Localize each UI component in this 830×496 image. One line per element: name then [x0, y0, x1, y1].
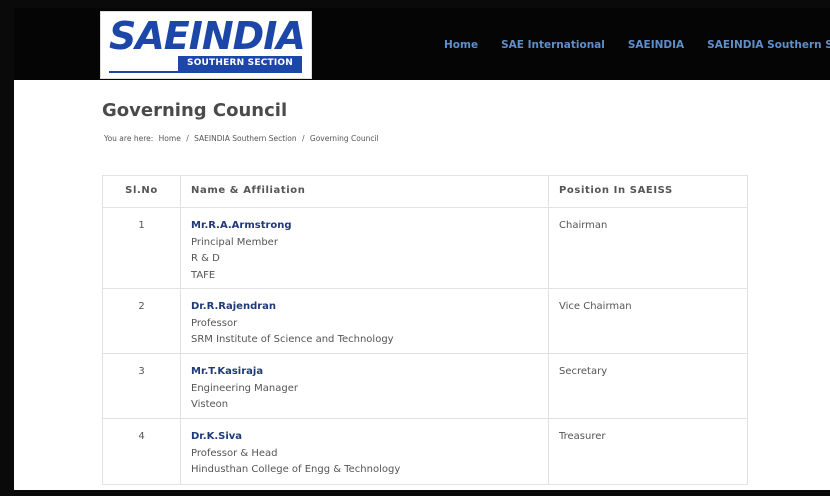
nav-home-link[interactable]: Home [444, 39, 478, 51]
table-row: 3 Mr.T.Kasiraja Engineering Manager Vist… [102, 353, 748, 419]
breadcrumb-separator: / [186, 134, 189, 143]
cell-position: Vice Chairman [548, 288, 748, 354]
logo-subtitle: SOUTHERN SECTION [187, 58, 293, 68]
breadcrumb-current: Governing Council [309, 134, 379, 143]
page-content: Governing Council You are here: Home / S… [14, 80, 830, 490]
cell-name-affiliation: Mr.T.Kasiraja Engineering Manager Visteo… [180, 353, 549, 419]
breadcrumb-home-link[interactable]: Home [159, 134, 181, 143]
breadcrumb-prefix: You are here: [104, 134, 154, 143]
breadcrumb-section-link[interactable]: SAEINDIA Southern Section [194, 134, 296, 143]
cell-slno: 4 [102, 418, 181, 485]
affiliation-line: Hindusthan College of Engg & Technology [191, 464, 401, 475]
logo-subtitle-bar: SOUTHERN SECTION [178, 56, 302, 71]
cell-name-affiliation: Dr.K.Siva Professor & Head Hindusthan Co… [180, 418, 549, 485]
member-name: Mr.T.Kasiraja [191, 366, 264, 377]
breadcrumb-separator: / [301, 134, 305, 143]
top-navigation-bar: SAEINDIA SOUTHERN SECTION Home SAE Inter… [14, 8, 830, 80]
member-name: Dr.R.Rajendran [191, 301, 277, 312]
cell-position: Secretary [548, 353, 748, 419]
affiliation-line: Engineering Manager [191, 382, 299, 394]
affiliation-line: Visteon [191, 399, 229, 410]
saeindia-logo[interactable]: SAEINDIA SOUTHERN SECTION [100, 11, 312, 79]
logo-underline [109, 71, 302, 73]
member-name: Mr.R.A.Armstrong [191, 220, 292, 231]
nav-saeindia-link[interactable]: SAEINDIA [628, 39, 684, 51]
header-slno: Sl.No [102, 175, 181, 208]
breadcrumb: You are here: Home / SAEINDIA Southern S… [104, 134, 382, 143]
logo-wordmark: SAEINDIA [109, 14, 306, 58]
cell-position: Chairman [548, 207, 748, 289]
nav-sae-international-link[interactable]: SAE International [501, 39, 605, 51]
main-nav: Home SAE International SAEINDIA SAEINDIA… [444, 39, 830, 51]
header-name-affiliation: Name & Affiliation [180, 175, 549, 208]
nav-saeindia-southern-section-link[interactable]: SAEINDIA Southern Secti [707, 39, 830, 51]
table-row: 4 Dr.K.Siva Professor & Head Hindusthan … [102, 418, 748, 485]
cell-slno: 3 [102, 353, 181, 419]
table-header-row: Sl.No Name & Affiliation Position In SAE… [102, 175, 748, 208]
cell-position: Treasurer [548, 418, 748, 485]
cell-name-affiliation: Mr.R.A.Armstrong Principal Member R & D … [180, 207, 549, 289]
member-name: Dr.K.Siva [191, 431, 243, 442]
affiliation-line: TAFE [191, 269, 216, 281]
cell-slno: 1 [102, 207, 181, 289]
table-row: 1 Mr.R.A.Armstrong Principal Member R & … [102, 207, 748, 289]
affiliation-line: Principal Member [191, 236, 278, 248]
affiliation-line: Professor & Head [191, 447, 278, 459]
affiliation-line: Professor [191, 317, 238, 329]
cell-name-affiliation: Dr.R.Rajendran Professor SRM Institute o… [180, 288, 549, 354]
cell-slno: 2 [102, 288, 181, 354]
affiliation-line: R & D [191, 253, 220, 264]
header-position: Position In SAEISS [548, 175, 748, 208]
governing-council-table: Sl.No Name & Affiliation Position In SAE… [102, 175, 748, 485]
page-title: Governing Council [102, 100, 288, 121]
table-row: 2 Dr.R.Rajendran Professor SRM Institute… [102, 288, 748, 354]
affiliation-line: SRM Institute of Science and Technology [191, 334, 394, 345]
